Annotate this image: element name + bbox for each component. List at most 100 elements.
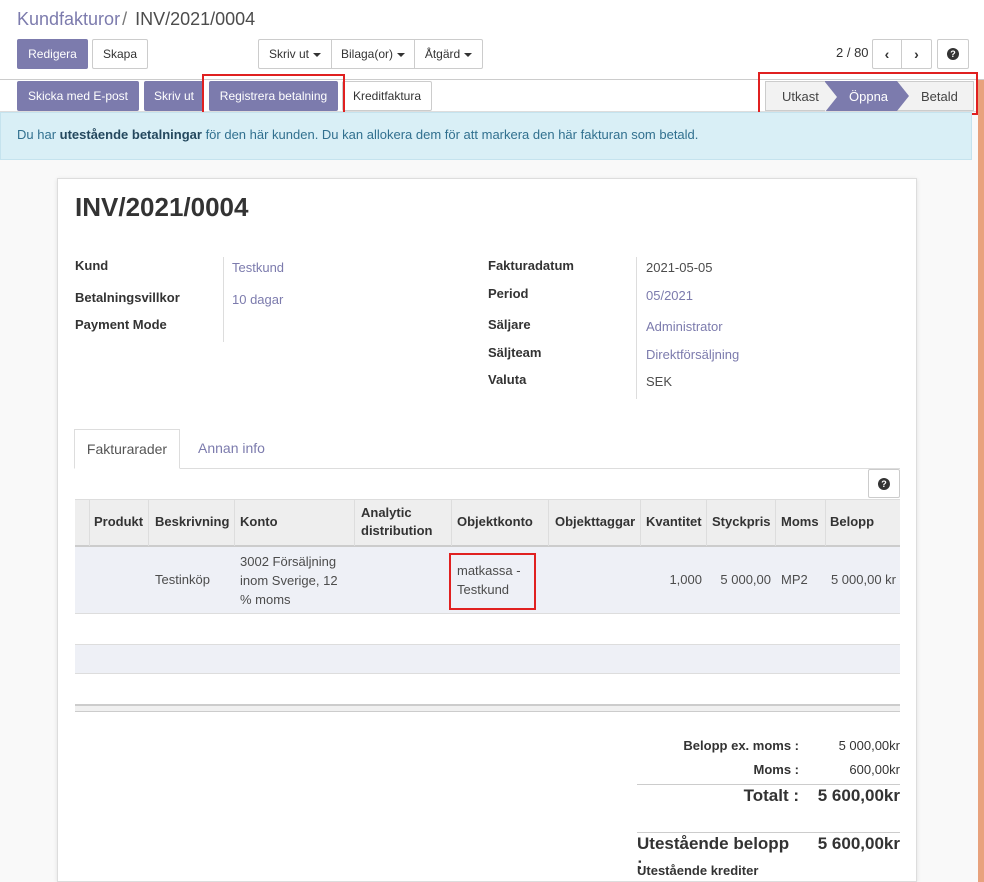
breadcrumb-separator: / [122, 9, 128, 29]
field-label-kund: Kund [75, 258, 109, 273]
column-header-object-tags[interactable]: Objekttaggar [555, 513, 635, 531]
field-label-sales-team: Säljteam [488, 345, 542, 360]
column-header-object-account[interactable]: Objektkonto [457, 513, 533, 531]
cell-unit-price: 5 000,00 [720, 572, 771, 587]
total-tax-label: Moms : [753, 762, 800, 777]
column-separator [825, 500, 826, 546]
print-dropdown[interactable]: Skriv ut [258, 39, 332, 69]
totals-divider [637, 784, 900, 785]
column-header-quantity[interactable]: Kvantitet [646, 513, 702, 531]
tab-other-info[interactable]: Annan info [198, 440, 265, 456]
pager-value[interactable]: 2 / 80 [836, 45, 869, 60]
field-label-currency: Valuta [488, 372, 527, 387]
field-value-period[interactable]: 05/2021 [646, 288, 693, 303]
attachments-dropdown-label: Bilaga(or) [340, 47, 394, 61]
column-separator [234, 500, 235, 546]
step-arrow [825, 82, 837, 112]
chevron-left-icon: ‹ [884, 46, 890, 62]
alert-bold: utestående betalningar [59, 127, 202, 142]
create-button[interactable]: Skapa [92, 39, 148, 69]
caret-down-icon [397, 53, 406, 57]
field-value-invoice-date[interactable]: 2021-05-05 [646, 260, 713, 275]
field-value-currency[interactable]: SEK [646, 374, 672, 389]
credit-note-button[interactable]: Kreditfaktura [342, 81, 432, 111]
table-help-button[interactable]: ? [868, 469, 900, 498]
column-header-tax[interactable]: Moms [781, 513, 819, 531]
control-panel: Kundfakturor / INV/2021/0004 Redigera Ska… [0, 0, 984, 80]
pager-previous-button[interactable]: ‹ [872, 39, 902, 69]
send-email-button[interactable]: Skicka med E-post [17, 81, 139, 111]
column-separator [706, 500, 707, 546]
action-dropdown-label: Åtgärd [424, 47, 461, 61]
highlight-register-payment [202, 74, 345, 117]
attachments-dropdown[interactable]: Bilaga(or) [331, 39, 415, 69]
column-separator [89, 500, 90, 546]
chevron-right-icon: › [914, 46, 919, 62]
field-label-payment-mode: Payment Mode [75, 317, 167, 332]
column-header-amount[interactable]: Belopp [830, 513, 874, 531]
column-header-description[interactable]: Beskrivning [155, 513, 229, 531]
edit-button[interactable]: Redigera [17, 39, 88, 69]
table-empty-row [75, 645, 900, 674]
cell-quantity: 1,000 [669, 572, 702, 587]
column-separator [354, 500, 355, 546]
cell-account-line: % moms [240, 592, 291, 607]
table-empty-row [75, 674, 900, 704]
alert-suffix: för den här kunden. Du kan allokera dem … [201, 127, 699, 142]
outstanding-payments-alert: Du har utestående betalningar för den hä… [0, 112, 972, 160]
cell-account-line: 3002 Försäljning [240, 554, 337, 569]
cell-account-line: inom Sverige, 12 [240, 573, 338, 588]
question-icon: ? [878, 477, 890, 490]
total-value: 5 600,00kr [817, 786, 900, 805]
total-untaxed-value: 5 000,00kr [838, 738, 900, 753]
highlight-status [758, 72, 978, 115]
column-header-unit-price[interactable]: Styckpris [712, 513, 771, 531]
print-dropdown-label: Skriv ut [268, 47, 309, 61]
breadcrumb: Kundfakturor / INV/2021/0004 [17, 9, 255, 30]
total-untaxed-label: Belopp ex. moms : [683, 738, 799, 753]
question-icon: ? [947, 48, 959, 60]
totals-divider [637, 832, 900, 833]
cell-account: 3002 Försäljning inom Sverige, 12 % moms [240, 552, 338, 609]
field-value-sales-team[interactable]: Direktförsäljning [646, 347, 739, 362]
field-label-payment-terms: Betalningsvillkor [75, 290, 180, 305]
column-separator [548, 500, 549, 546]
total-tax-value: 600,00kr [849, 762, 900, 777]
field-label-invoice-date: Fakturadatum [488, 258, 574, 273]
table-empty-row [75, 614, 900, 645]
column-header-product[interactable]: Produkt [94, 513, 143, 531]
field-separator [223, 257, 224, 342]
column-header-analytic[interactable]: Analytic distribution [361, 504, 451, 540]
caret-down-icon [464, 53, 473, 57]
field-value-kund[interactable]: Testkund [232, 260, 284, 275]
field-value-salesperson[interactable]: Administrator [646, 319, 723, 334]
pager-next-button[interactable]: › [901, 39, 932, 69]
field-label-salesperson: Säljare [488, 317, 531, 332]
outstanding-credits-label: Utestående krediter [637, 863, 759, 878]
breadcrumb-parent-link[interactable]: Kundfakturor [17, 9, 120, 29]
outstanding-value: 5 600,00kr [817, 834, 900, 853]
column-separator [148, 500, 149, 546]
cell-description: Testinköp [155, 572, 210, 587]
tab-bar-line [75, 468, 900, 469]
tab-invoice-lines[interactable]: Fakturarader [74, 429, 180, 469]
total-label: Totalt : [743, 786, 799, 805]
column-header-account[interactable]: Konto [240, 513, 278, 531]
invoice-title: INV/2021/0004 [75, 192, 249, 222]
cell-tax: MP2 [781, 572, 808, 587]
column-separator [775, 500, 776, 546]
field-separator [636, 257, 637, 399]
field-label-period: Period [488, 286, 529, 301]
cell-amount: 5 000,00 kr [830, 572, 896, 587]
column-separator [640, 500, 641, 546]
field-value-payment-terms[interactable]: 10 dagar [232, 292, 283, 307]
print-button[interactable]: Skriv ut [144, 81, 204, 111]
scrollbar[interactable] [978, 80, 984, 882]
step-arrow [897, 81, 909, 111]
help-button[interactable]: ? [937, 39, 969, 69]
alert-prefix: Du har [17, 127, 60, 142]
column-separator [451, 500, 452, 546]
table-footer [75, 704, 900, 712]
action-dropdown[interactable]: Åtgärd [414, 39, 483, 69]
highlight-object-account [449, 553, 536, 610]
